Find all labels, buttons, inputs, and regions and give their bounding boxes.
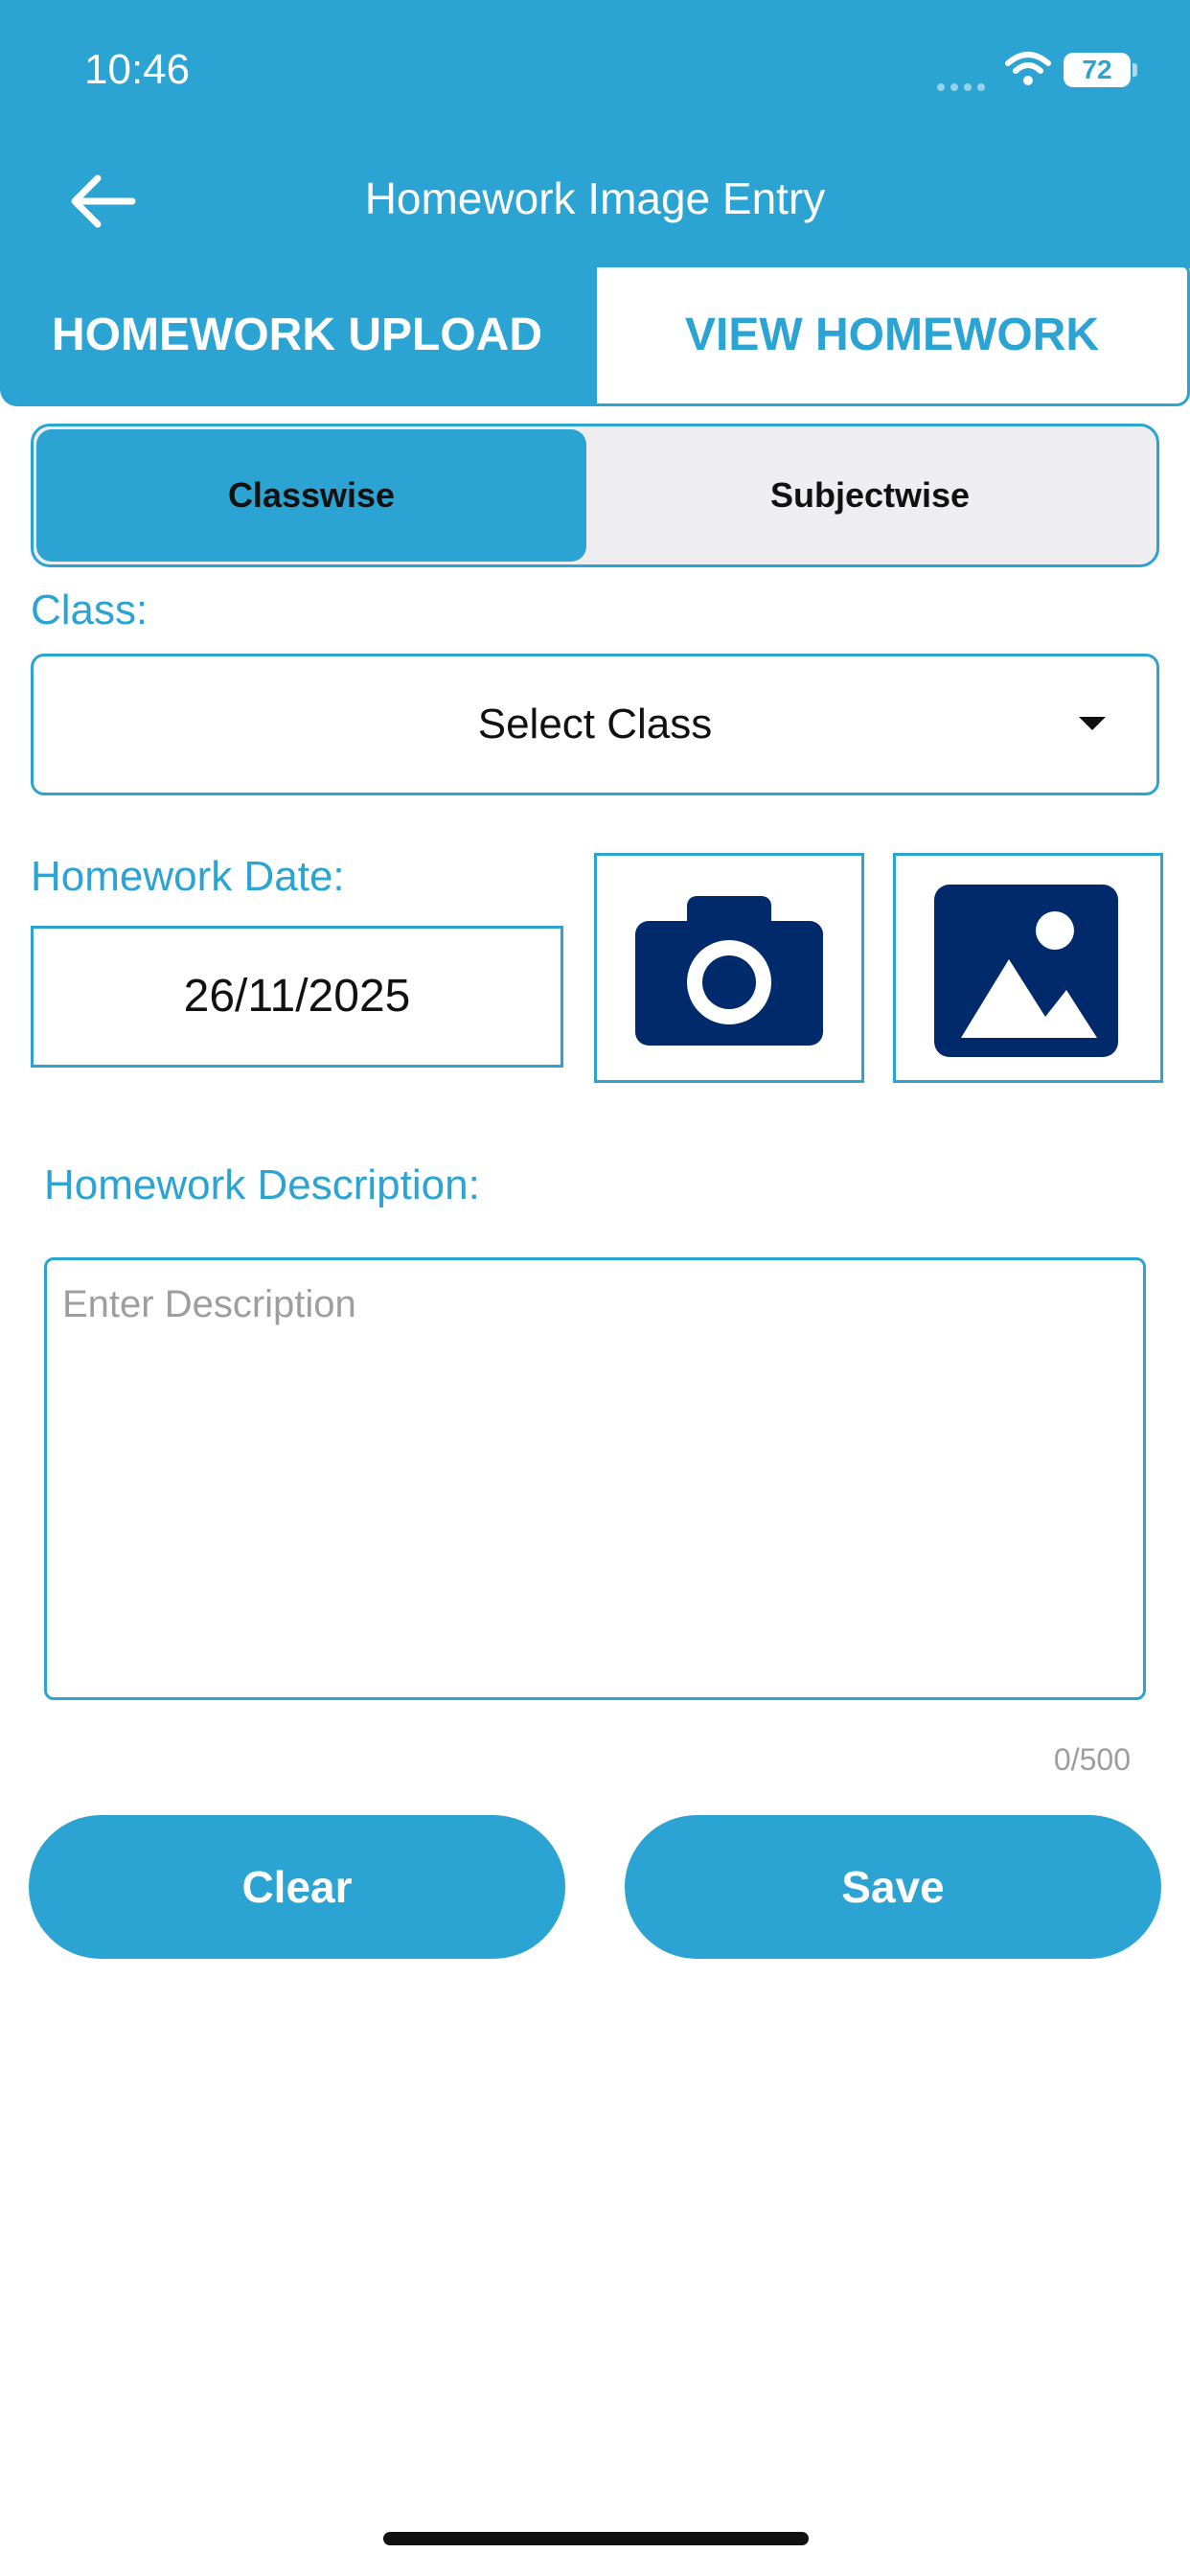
gallery-button[interactable] — [893, 853, 1163, 1083]
tab-view-homework[interactable]: VIEW HOMEWORK — [594, 264, 1190, 406]
save-button[interactable]: Save — [625, 1815, 1161, 1959]
homework-date-field[interactable]: 26/11/2025 — [31, 926, 563, 1068]
wifi-icon — [1005, 52, 1051, 85]
class-select-value[interactable]: Select Class — [31, 654, 1159, 795]
chevron-down-icon[interactable] — [1079, 717, 1106, 730]
segment-subjectwise[interactable]: Subjectwise — [586, 429, 1154, 562]
clear-button[interactable]: Clear — [29, 1815, 565, 1959]
battery-tip — [1133, 63, 1137, 77]
tab-homework-upload[interactable]: HOMEWORK UPLOAD — [0, 264, 594, 406]
class-label: Class: — [31, 586, 149, 633]
page-title: Homework Image Entry — [364, 173, 826, 223]
homework-description-input[interactable] — [44, 1257, 1146, 1700]
cellular-signal-icon — [937, 79, 995, 91]
homework-date-label: Homework Date: — [31, 853, 345, 900]
character-counter: 0/500 — [1053, 1742, 1131, 1777]
camera-icon — [635, 896, 823, 1046]
battery-indicator: 72 — [1064, 53, 1131, 87]
homework-description-label: Homework Description: — [44, 1162, 480, 1208]
home-indicator[interactable] — [383, 2532, 809, 2545]
app-header — [0, 0, 1190, 268]
segment-classwise[interactable]: Classwise — [36, 429, 586, 562]
image-gallery-icon — [934, 885, 1118, 1057]
status-time: 10:46 — [84, 46, 191, 93]
camera-button[interactable] — [594, 853, 864, 1083]
